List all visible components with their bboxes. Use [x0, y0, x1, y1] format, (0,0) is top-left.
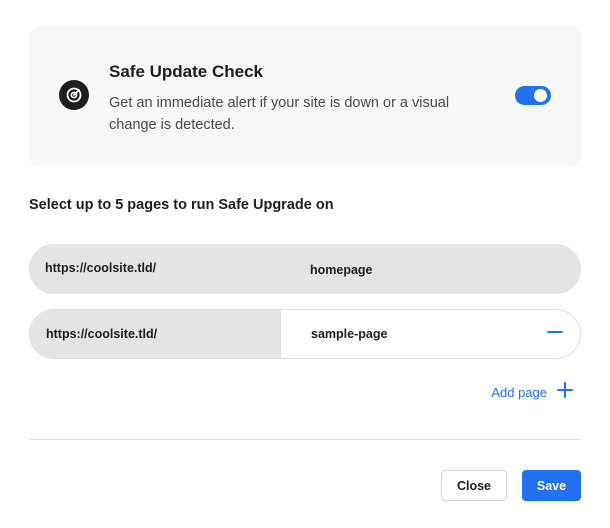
page-slug-input[interactable]: homepage — [280, 244, 581, 294]
close-button[interactable]: Close — [441, 470, 507, 501]
page-slug-input[interactable]: sample-page — [281, 310, 530, 358]
url-prefix: https://coolsite.tld/ — [30, 310, 281, 358]
safe-update-check-card: Safe Update Check Get an immediate alert… — [29, 27, 581, 166]
card-description: Get an immediate alert if your site is d… — [109, 95, 450, 133]
add-page-button[interactable]: Add page — [491, 382, 573, 403]
toggle-knob — [534, 89, 547, 102]
card-title: Safe Update Check — [109, 62, 263, 81]
remove-page-button[interactable] — [530, 310, 580, 358]
plus-icon — [557, 382, 573, 403]
page-row: https://coolsite.tld/ homepage — [29, 244, 581, 294]
target-gauge-icon — [59, 80, 89, 110]
safe-update-toggle[interactable] — [515, 86, 551, 105]
add-page-label: Add page — [491, 385, 547, 400]
page-row: https://coolsite.tld/ sample-page — [29, 309, 581, 359]
save-button[interactable]: Save — [522, 470, 581, 501]
pages-section-title: Select up to 5 pages to run Safe Upgrade… — [29, 197, 334, 213]
footer-divider — [29, 439, 581, 440]
url-prefix: https://coolsite.tld/ — [29, 244, 280, 294]
minus-icon — [547, 324, 563, 345]
